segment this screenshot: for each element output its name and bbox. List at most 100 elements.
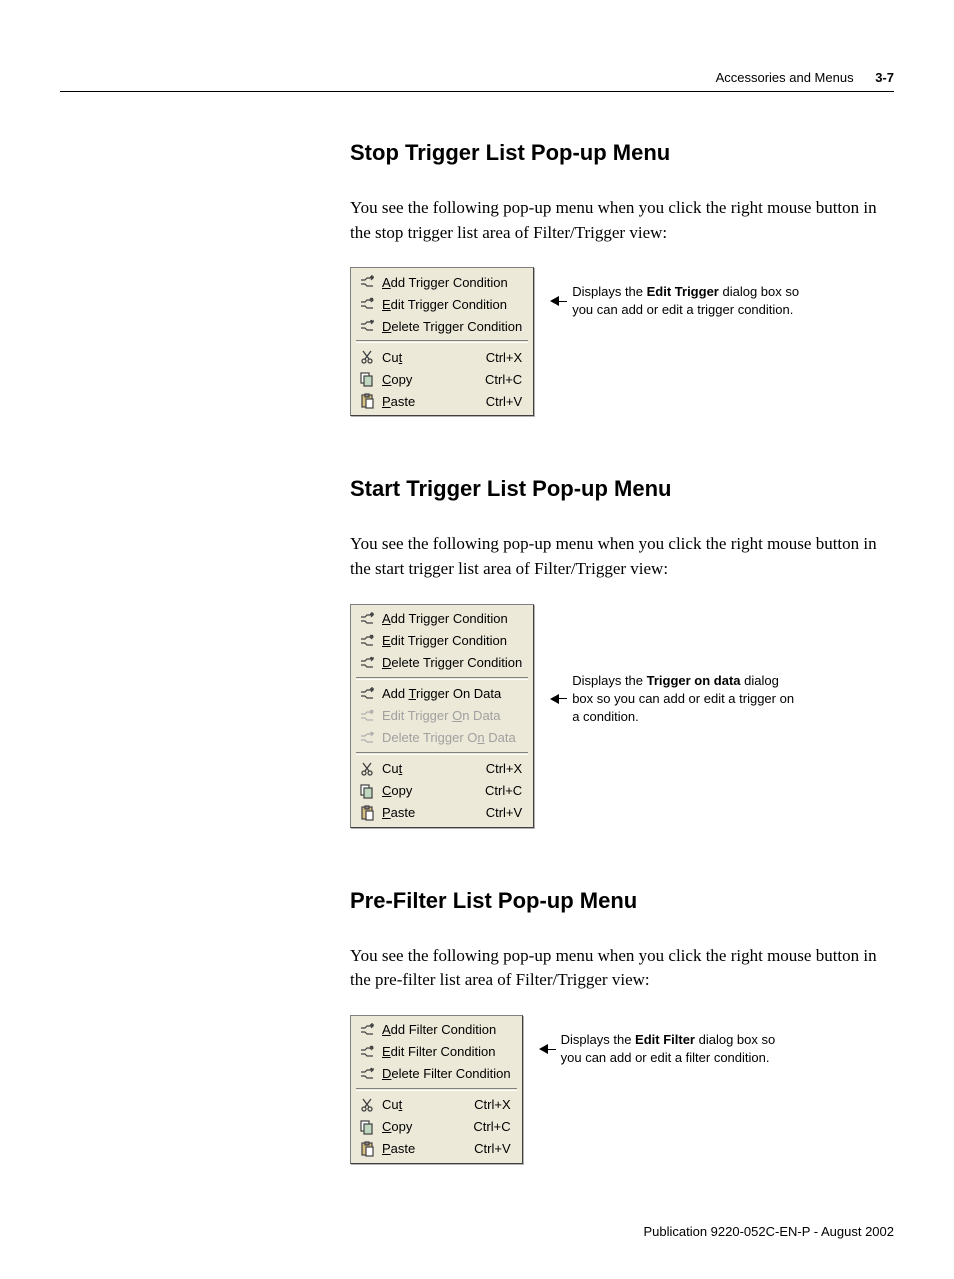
- menu-separator: [356, 1088, 517, 1091]
- callout-text: Displays the Edit Trigger dialog box so …: [572, 284, 799, 317]
- menu-item-label: Cut: [382, 761, 456, 776]
- menu-item-label: Cut: [382, 1097, 444, 1112]
- menu-item-label: Delete Filter Condition: [382, 1066, 511, 1081]
- menu-item[interactable]: Add Filter Condition: [354, 1019, 519, 1041]
- menu-item-label: Delete Trigger Condition: [382, 319, 522, 334]
- paste-icon: [358, 393, 376, 409]
- menu-item-label: Delete Trigger On Data: [382, 730, 522, 745]
- callout: Displays the Trigger on data dialog box …: [552, 672, 802, 727]
- popup-menu: Add Trigger Condition Edit Trigger Condi…: [350, 604, 534, 828]
- menu-item-label: Copy: [382, 372, 455, 387]
- add-icon: [358, 686, 376, 702]
- menu-item[interactable]: Edit Filter Condition: [354, 1041, 519, 1063]
- figure-row: Add Trigger Condition Edit Trigger Condi…: [350, 604, 894, 828]
- callout: Displays the Edit Trigger dialog box so …: [552, 283, 802, 319]
- section-heading: Stop Trigger List Pop-up Menu: [350, 140, 894, 166]
- cut-icon: [358, 761, 376, 777]
- menu-item-accelerator: Ctrl+X: [474, 1097, 510, 1112]
- copy-icon: [358, 371, 376, 387]
- section-body: You see the following pop-up menu when y…: [350, 196, 894, 245]
- menu-item-accelerator: Ctrl+V: [486, 394, 522, 409]
- menu-item-label: Add Trigger Condition: [382, 611, 522, 626]
- menu-item[interactable]: Delete Trigger Condition: [354, 315, 530, 337]
- menu-item-label: Add Filter Condition: [382, 1022, 511, 1037]
- menu-item[interactable]: Paste Ctrl+V: [354, 802, 530, 824]
- menu-item[interactable]: Add Trigger Condition: [354, 608, 530, 630]
- arrow-left-icon: [550, 296, 559, 306]
- menu-item[interactable]: Cut Ctrl+X: [354, 758, 530, 780]
- cut-icon: [358, 1097, 376, 1113]
- add-icon: [358, 611, 376, 627]
- callout-text: Displays the Edit Filter dialog box so y…: [561, 1032, 776, 1065]
- menu-item-accelerator: Ctrl+C: [485, 372, 522, 387]
- copy-icon: [358, 783, 376, 799]
- menu-item-label: Delete Trigger Condition: [382, 655, 522, 670]
- menu-item-accelerator: Ctrl+C: [485, 783, 522, 798]
- menu-item[interactable]: Cut Ctrl+X: [354, 346, 530, 368]
- menu-item[interactable]: Paste Ctrl+V: [354, 1138, 519, 1160]
- menu-item-accelerator: Ctrl+C: [473, 1119, 510, 1134]
- section-body: You see the following pop-up menu when y…: [350, 532, 894, 581]
- menu-separator: [356, 677, 528, 680]
- popup-menu: Add Trigger Condition Edit Trigger Condi…: [350, 267, 534, 416]
- menu-item-label: Edit Trigger Condition: [382, 633, 522, 648]
- header-page: 3-7: [875, 70, 894, 85]
- section-heading: Pre-Filter List Pop-up Menu: [350, 888, 894, 914]
- menu-item: Edit Trigger On Data: [354, 705, 530, 727]
- delete-icon: [358, 318, 376, 334]
- callout-text: Displays the Trigger on data dialog box …: [572, 673, 794, 724]
- menu-separator: [356, 752, 528, 755]
- menu-item-label: Edit Filter Condition: [382, 1044, 511, 1059]
- menu-item-label: Add Trigger Condition: [382, 275, 522, 290]
- menu-item[interactable]: Paste Ctrl+V: [354, 390, 530, 412]
- menu-item-label: Add Trigger On Data: [382, 686, 522, 701]
- delete-icon: [358, 655, 376, 671]
- menu-item[interactable]: Add Trigger On Data: [354, 683, 530, 705]
- menu-item-label: Edit Trigger On Data: [382, 708, 522, 723]
- menu-separator: [356, 340, 528, 343]
- figure-row: Add Filter Condition Edit Filter Conditi…: [350, 1015, 894, 1164]
- menu-item-label: Paste: [382, 394, 456, 409]
- arrow-left-icon: [550, 694, 559, 704]
- add-icon: [358, 274, 376, 290]
- header-title: Accessories and Menus: [716, 70, 854, 85]
- paste-icon: [358, 1141, 376, 1157]
- page-header: Accessories and Menus 3-7: [60, 70, 894, 92]
- menu-item-accelerator: Ctrl+V: [486, 805, 522, 820]
- menu-item[interactable]: Add Trigger Condition: [354, 271, 530, 293]
- figure-row: Add Trigger Condition Edit Trigger Condi…: [350, 267, 894, 416]
- menu-item-label: Cut: [382, 350, 456, 365]
- menu-item-label: Paste: [382, 1141, 444, 1156]
- menu-item-label: Copy: [382, 1119, 443, 1134]
- menu-item[interactable]: Cut Ctrl+X: [354, 1094, 519, 1116]
- menu-item-accelerator: Ctrl+X: [486, 761, 522, 776]
- menu-item[interactable]: Delete Filter Condition: [354, 1063, 519, 1085]
- delete-icon: [358, 730, 376, 746]
- edit-icon: [358, 1044, 376, 1060]
- popup-menu: Add Filter Condition Edit Filter Conditi…: [350, 1015, 523, 1164]
- menu-item[interactable]: Edit Trigger Condition: [354, 630, 530, 652]
- callout: Displays the Edit Filter dialog box so y…: [541, 1031, 791, 1067]
- menu-item[interactable]: Copy Ctrl+C: [354, 1116, 519, 1138]
- menu-item[interactable]: Edit Trigger Condition: [354, 293, 530, 315]
- menu-item-label: Edit Trigger Condition: [382, 297, 522, 312]
- edit-icon: [358, 296, 376, 312]
- menu-item: Delete Trigger On Data: [354, 727, 530, 749]
- menu-item-label: Copy: [382, 783, 455, 798]
- edit-icon: [358, 708, 376, 724]
- arrow-left-icon: [539, 1044, 548, 1054]
- menu-item-accelerator: Ctrl+V: [474, 1141, 510, 1156]
- menu-item[interactable]: Delete Trigger Condition: [354, 652, 530, 674]
- menu-item-label: Paste: [382, 805, 456, 820]
- publication-footer: Publication 9220-052C-EN-P - August 2002: [60, 1224, 894, 1239]
- edit-icon: [358, 633, 376, 649]
- section-body: You see the following pop-up menu when y…: [350, 944, 894, 993]
- menu-item-accelerator: Ctrl+X: [486, 350, 522, 365]
- menu-item[interactable]: Copy Ctrl+C: [354, 368, 530, 390]
- cut-icon: [358, 349, 376, 365]
- delete-icon: [358, 1066, 376, 1082]
- add-icon: [358, 1022, 376, 1038]
- section-heading: Start Trigger List Pop-up Menu: [350, 476, 894, 502]
- menu-item[interactable]: Copy Ctrl+C: [354, 780, 530, 802]
- paste-icon: [358, 805, 376, 821]
